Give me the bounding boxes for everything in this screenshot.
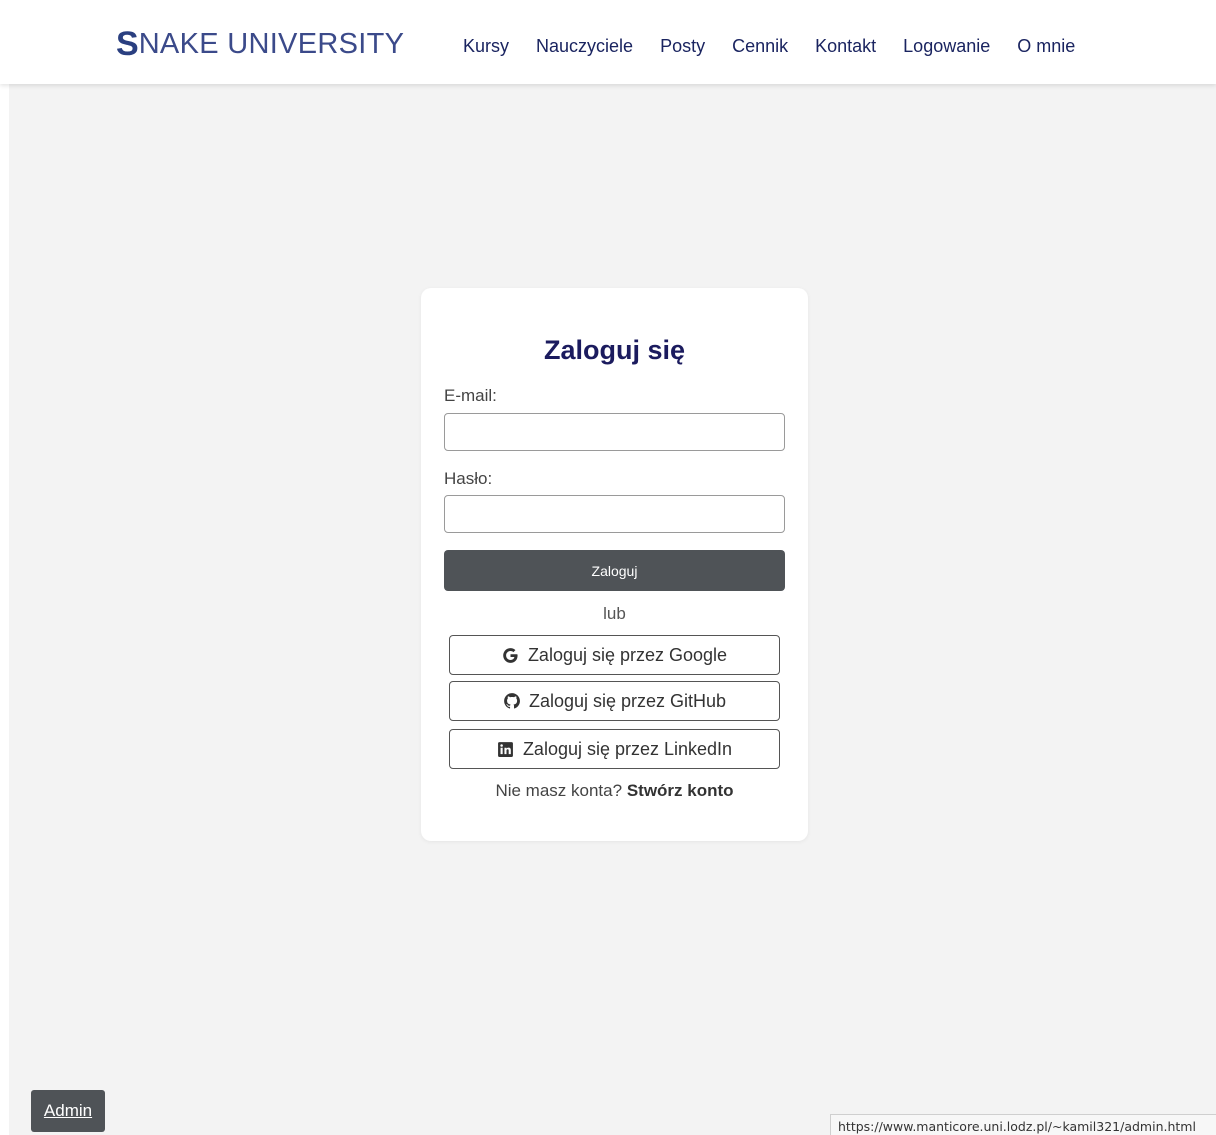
login-card: Zaloguj się E-mail: Hasło: Zaloguj lub Z…: [421, 288, 808, 841]
nav-item-logowanie[interactable]: Logowanie: [903, 34, 990, 58]
github-login-button[interactable]: Zaloguj się przez GitHub: [449, 681, 780, 721]
nav-item-kontakt[interactable]: Kontakt: [815, 34, 876, 58]
nav-item-cennik[interactable]: Cennik: [732, 34, 788, 58]
admin-button[interactable]: Admin: [31, 1090, 105, 1132]
page: S NAKE UNIVERSITY Kursy Nauczyciele Posty…: [0, 0, 1216, 1135]
signup-prompt-line: Nie masz konta? Stwórz konto: [421, 781, 808, 801]
login-title: Zaloguj się: [543, 335, 686, 365]
logo-text: NAKE UNIVERSITY: [138, 28, 405, 60]
nav-item-nauczyciele[interactable]: Nauczyciele: [536, 34, 633, 58]
linkedin-login-label: Zaloguj się przez LinkedIn: [522, 738, 733, 759]
main-nav: Kursy Nauczyciele Posty Cennik Kontakt L…: [463, 34, 1102, 58]
linkedin-login-button[interactable]: Zaloguj się przez LinkedIn: [449, 729, 780, 769]
github-login-label: Zaloguj się przez GitHub: [528, 690, 727, 711]
email-field[interactable]: [444, 413, 785, 451]
google-icon: [502, 646, 520, 664]
google-login-button[interactable]: Zaloguj się przez Google: [449, 635, 780, 675]
email-label: E-mail:: [444, 386, 497, 405]
password-field[interactable]: [444, 495, 785, 533]
linkedin-icon: [497, 740, 515, 758]
site-header: S NAKE UNIVERSITY Kursy Nauczyciele Posty…: [0, 0, 1216, 84]
site-logo[interactable]: S NAKE UNIVERSITY: [116, 26, 404, 62]
google-login-label: Zaloguj się przez Google: [527, 644, 728, 665]
nav-item-posty[interactable]: Posty: [660, 34, 705, 58]
nav-item-o-mnie[interactable]: O mnie: [1017, 34, 1075, 58]
login-button[interactable]: Zaloguj: [444, 550, 785, 591]
create-account-link[interactable]: Stwórz konto: [627, 781, 734, 800]
password-label: Hasło:: [444, 469, 493, 488]
logo-letter: S: [116, 25, 139, 63]
github-icon: [503, 692, 521, 710]
or-separator: lub: [603, 604, 626, 623]
signup-prompt: Nie masz konta?: [495, 781, 623, 800]
nav-item-kursy[interactable]: Kursy: [463, 34, 509, 58]
status-bar-url: https://www.manticore.uni.lodz.pl/~kamil…: [830, 1114, 1216, 1135]
